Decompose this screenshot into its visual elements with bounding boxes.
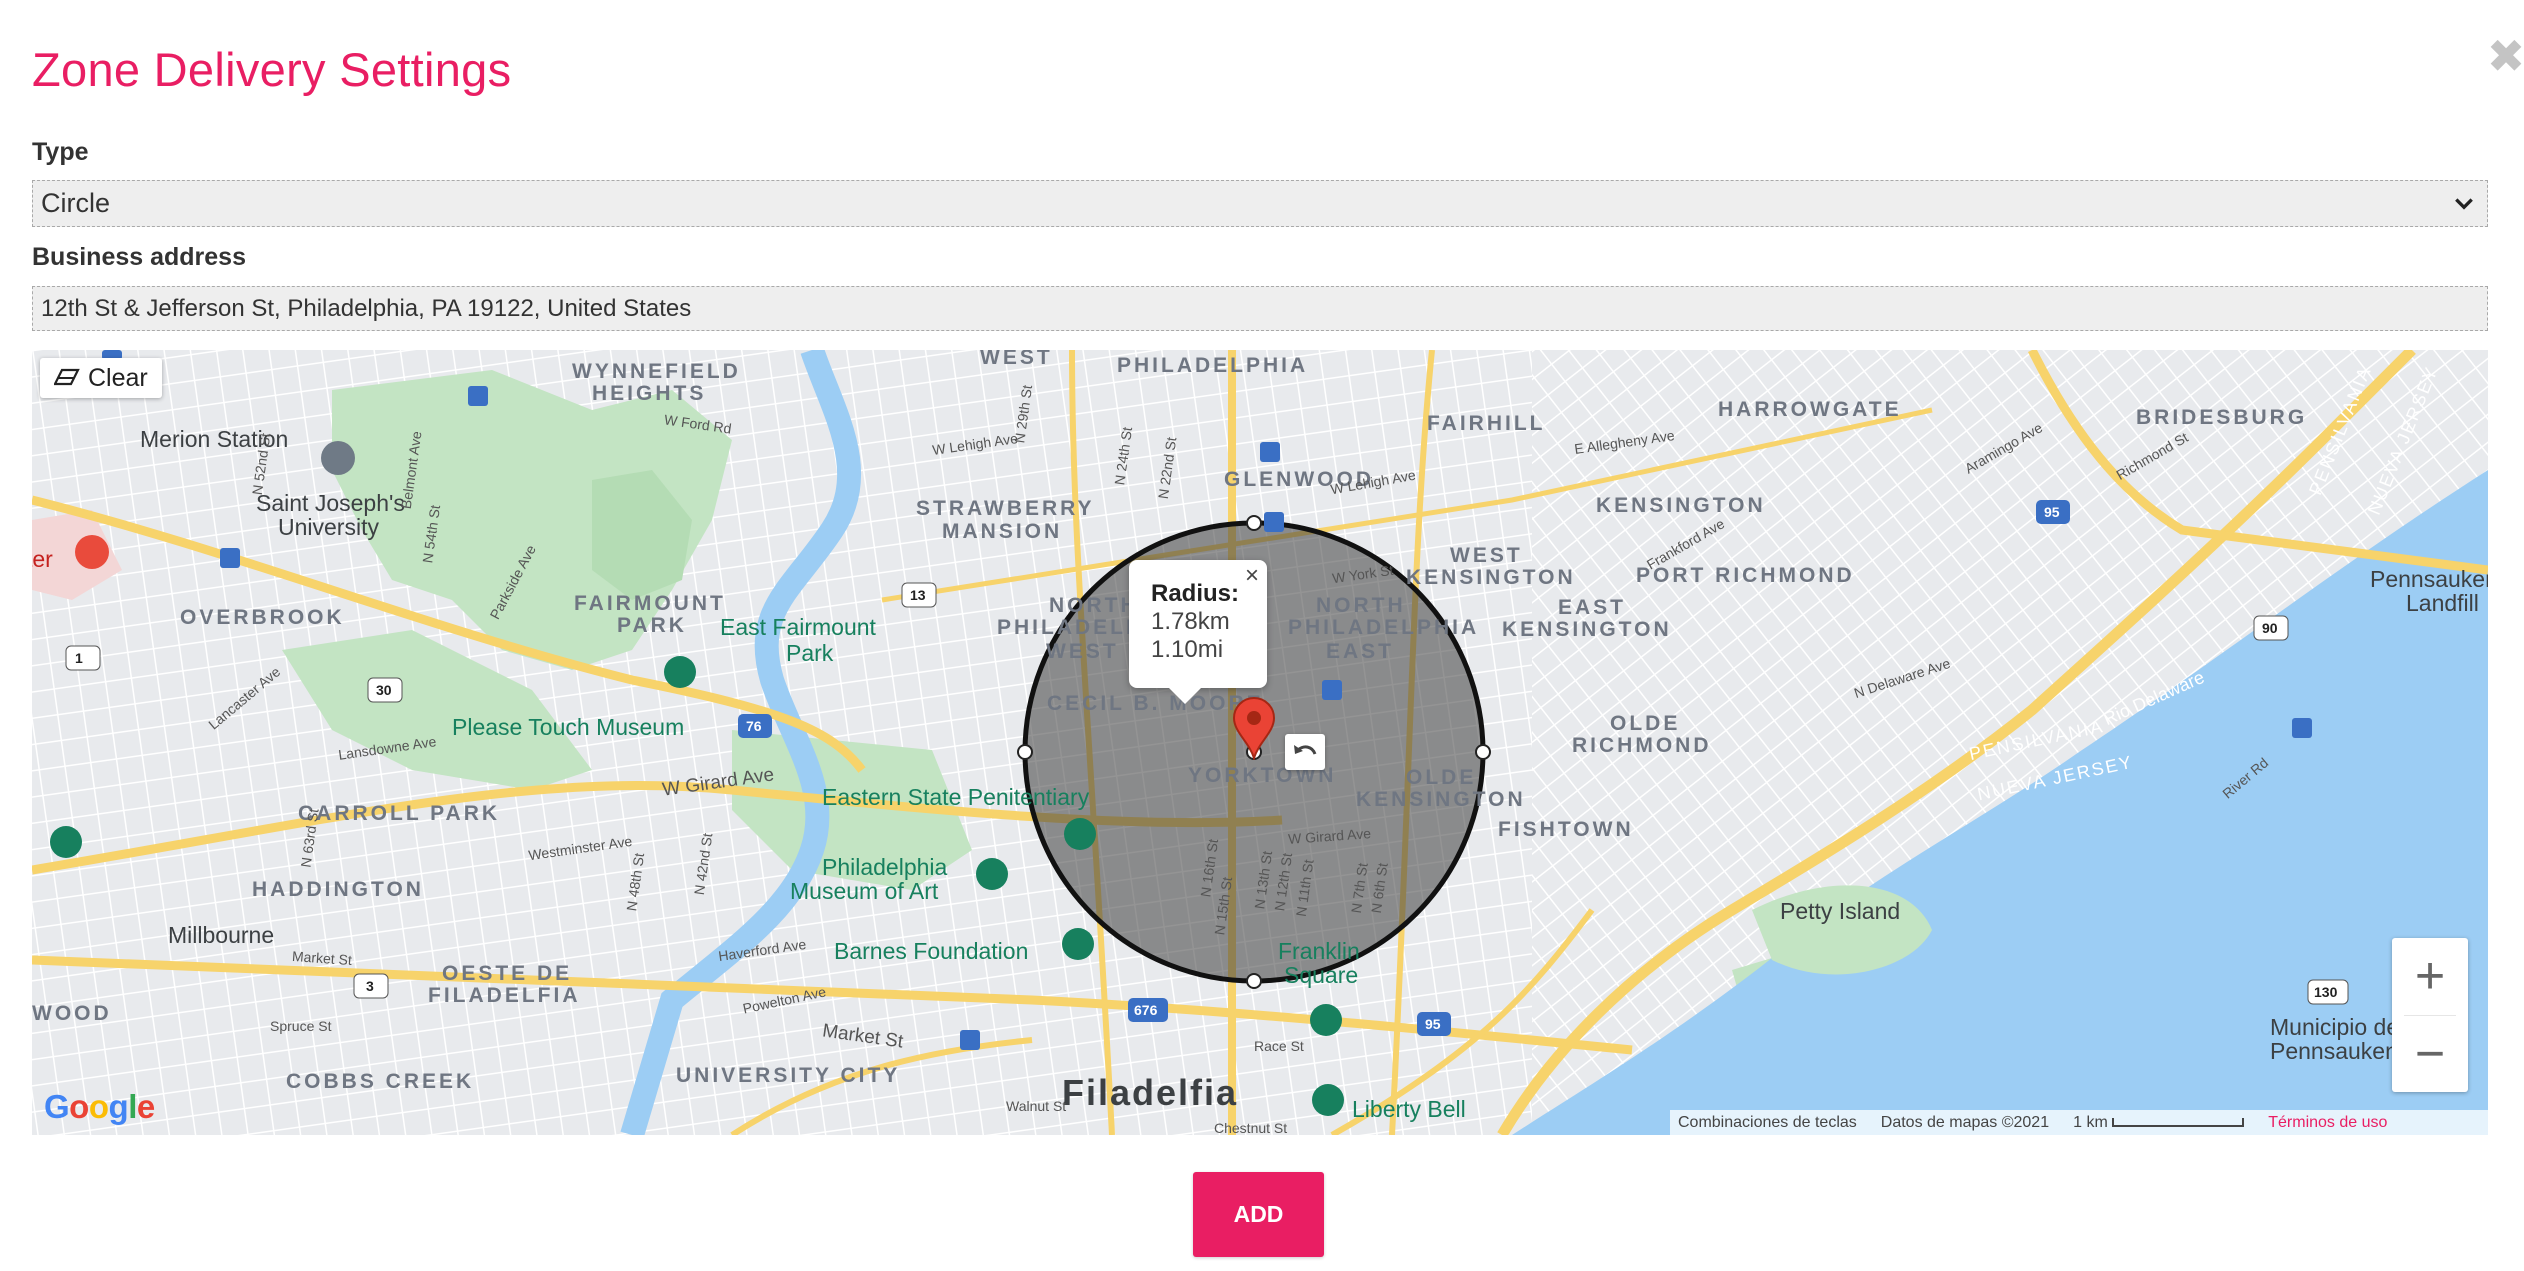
scale-bar [2112,1117,2245,1127]
zoom-in-button[interactable]: + [2392,938,2468,1014]
address-value: 12th St & Jefferson St, Philadelphia, PA… [41,294,692,322]
radius-mi: 1.10mi [1151,636,1224,663]
radius-km: 1.78km [1151,608,1230,635]
terms-link[interactable]: Términos de uso [2268,1114,2387,1132]
chevron-down-icon [2455,197,2473,210]
scale-label: 1 km [2073,1114,2245,1132]
radius-popup: × Radius: 1.78km 1.10mi [1129,560,1267,704]
add-button[interactable]: ADD [1193,1172,1324,1257]
address-input[interactable]: 12th St & Jefferson St, Philadelphia, PA… [32,286,2488,331]
map-attribution: Combinaciones de teclas Datos de mapas ©… [1670,1110,2488,1135]
location-pin-icon[interactable] [1231,696,1277,760]
map-data-label: Datos de mapas ©2021 [1880,1113,2050,1131]
map-canvas[interactable]: WEST PHILADELPHIA WYNNEFIELD HEIGHTS FAI… [32,350,2488,1135]
type-select[interactable]: Circle [32,180,2488,227]
close-icon[interactable]: × [1245,562,1259,590]
type-label: Type [32,138,89,166]
type-select-value: Circle [41,188,111,218]
undo-icon [1294,745,1317,755]
zoom-out-button[interactable]: − [2392,1016,2468,1092]
address-label: Business address [32,243,246,271]
eraser-icon [54,368,80,386]
undo-button[interactable] [1285,734,1325,770]
google-logo: Google [44,1088,155,1125]
clear-button[interactable]: Clear [40,358,162,398]
clear-button-label: Clear [88,363,148,392]
dialog-title: Zone Delivery Settings [32,43,512,96]
zoom-control: + − [2392,938,2468,1092]
close-icon[interactable]: ✖ [2486,33,2524,79]
keyboard-shortcuts-link[interactable]: Combinaciones de teclas [1678,1114,1857,1132]
